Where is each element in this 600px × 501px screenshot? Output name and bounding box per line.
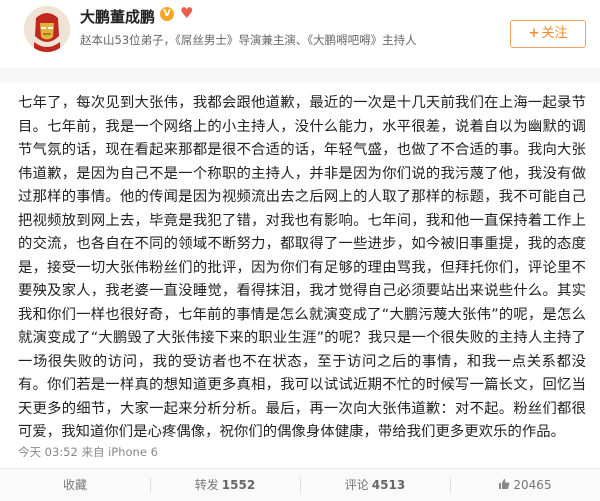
post-header: 大鹏董成鹏 V ♥ 赵本山53位弟子，《屌丝男士》导演兼主演、《大鹏嘚吧嘚》主持… (0, 0, 600, 68)
comment-count: 4513 (371, 478, 406, 492)
comment-label: 评论 (344, 478, 369, 492)
repost-label: 转发 (194, 478, 219, 492)
like-button[interactable]: 20465 (450, 469, 600, 501)
repost-count: 1552 (221, 478, 256, 492)
post-meta: 今天 03:52 来自 iPhone 6 (18, 445, 158, 459)
repost-button[interactable]: 转发 1552 (150, 469, 300, 501)
post-text: 七年了，每次见到大张伟，我都会跟他道歉，最近的一次是十几天前我们在上海一起录节目… (18, 95, 586, 440)
follow-button[interactable]: + 关注 (510, 20, 586, 48)
follow-label: 关注 (541, 26, 568, 41)
plus-icon: + (528, 26, 540, 41)
user-bio: 赵本山53位弟子，《屌丝男士》导演兼主演、《大鹏嘚吧嘚》主持人 (80, 33, 417, 47)
action-bar: 收藏 转发 1552 评论 4513 20465 (0, 468, 600, 501)
header-divider (0, 68, 600, 82)
comment-button[interactable]: 评论 4513 (300, 469, 450, 501)
verified-v-icon: V (160, 7, 174, 21)
thumbs-up-icon (499, 479, 510, 489)
favorite-button[interactable]: 收藏 (0, 469, 150, 501)
favorite-label: 收藏 (62, 478, 87, 492)
iron-man-avatar-icon (24, 6, 70, 52)
weibo-post-card: 大鹏董成鹏 V ♥ 赵本山53位弟子，《屌丝男士》导演兼主演、《大鹏嘚吧嘚》主持… (0, 0, 600, 501)
heart-icon: ♥ (180, 4, 194, 22)
like-count: 20465 (513, 478, 552, 492)
username[interactable]: 大鹏董成鹏 (80, 6, 155, 27)
avatar[interactable] (24, 6, 70, 52)
